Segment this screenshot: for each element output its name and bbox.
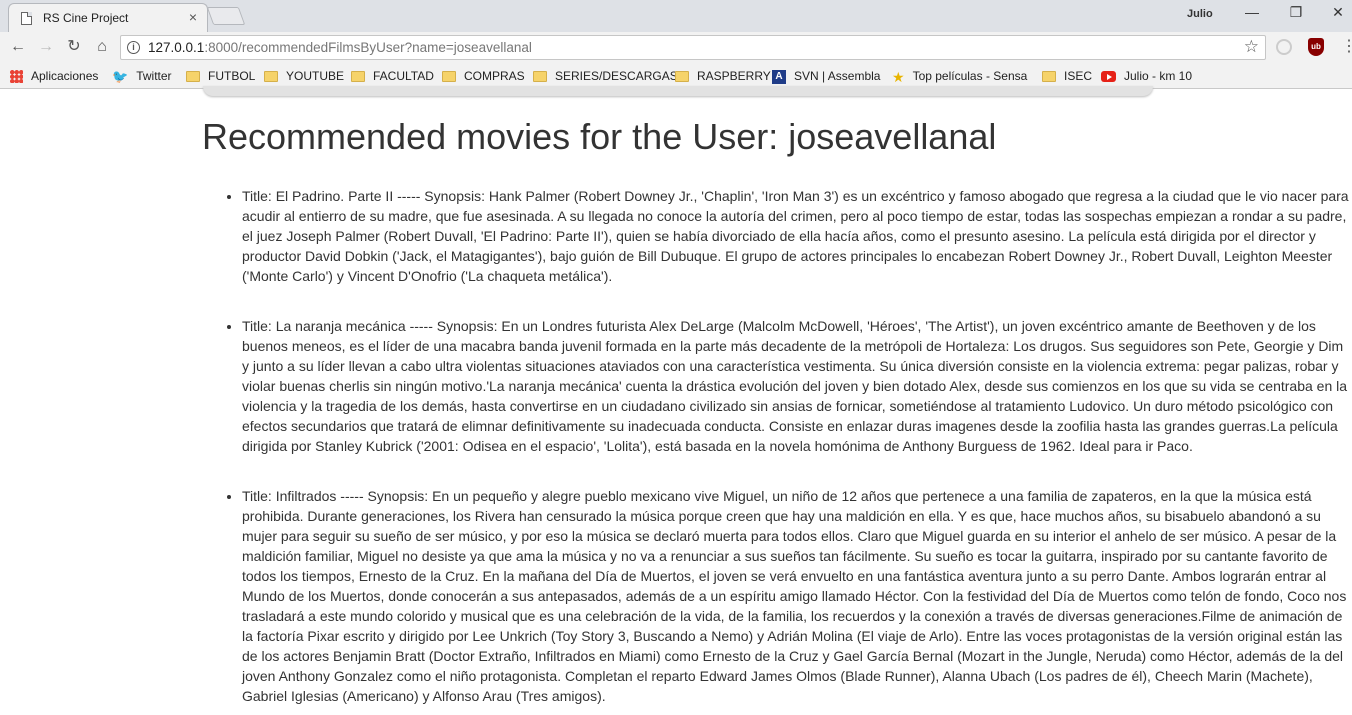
url-host: 127.0.0.1 — [148, 40, 205, 55]
bookmark-series[interactable]: SERIES/DESCARGAS — [533, 68, 678, 84]
bookmark-label: ISEC — [1064, 69, 1093, 83]
reload-icon[interactable]: ↻ — [62, 36, 86, 58]
home-icon[interactable]: ⌂ — [90, 36, 114, 58]
page-icon — [21, 12, 32, 25]
list-item: Title: El Padrino. Parte II ----- Synops… — [242, 186, 1352, 286]
url-path: :8000/recommendedFilmsByUser?name=joseav… — [204, 40, 532, 55]
page-title: Recommended movies for the User: joseave… — [202, 116, 997, 157]
bookmark-label: YOUTUBE — [286, 69, 345, 83]
folder-icon — [264, 71, 278, 83]
address-bar[interactable]: i 127.0.0.1:8000/recommendedFilmsByUser?… — [120, 35, 1266, 60]
folder-icon — [351, 71, 365, 83]
apps-icon — [10, 70, 23, 84]
info-icon[interactable]: i — [127, 41, 140, 54]
folder-icon — [533, 71, 547, 83]
forward-icon[interactable]: → — [34, 36, 58, 58]
extension-icon[interactable] — [1276, 39, 1292, 55]
recommended-films-list: Title: El Padrino. Parte II ----- Synops… — [242, 186, 1352, 715]
bookmark-label: COMPRAS — [464, 69, 525, 83]
browser-toolbar: ← → ↻ ⌂ i 127.0.0.1:8000/recommendedFilm… — [0, 32, 1352, 63]
bookmark-label: RASPBERRY — [697, 69, 771, 83]
bookmark-apps[interactable]: Aplicaciones — [10, 68, 98, 84]
list-item: Title: La naranja mecánica ----- Synopsi… — [242, 316, 1352, 456]
back-icon[interactable]: ← — [6, 36, 30, 58]
bookmark-label: Aplicaciones — [31, 69, 99, 83]
assembla-icon: A — [772, 69, 786, 84]
bookmark-label: FUTBOL — [208, 69, 256, 83]
bookmark-isec[interactable]: ISEC — [1042, 68, 1092, 84]
bookmark-raspberry[interactable]: RASPBERRY — [675, 68, 771, 84]
youtube-icon — [1101, 71, 1116, 83]
folder-icon — [442, 71, 456, 83]
profile-name[interactable]: Julio — [1187, 8, 1213, 20]
restore-button[interactable]: ❐ — [1276, 4, 1316, 26]
menu-icon[interactable]: ⋮ — [1341, 38, 1352, 56]
bookmark-sensacine[interactable]: ★ Top películas - Sensa — [892, 68, 1029, 84]
close-window-button[interactable]: ✕ — [1318, 4, 1352, 26]
star-icon[interactable]: ☆ — [1244, 37, 1259, 57]
bookmark-label: Twitter — [136, 69, 172, 83]
url-text[interactable]: 127.0.0.1:8000/recommendedFilmsByUser?na… — [148, 40, 532, 55]
browser-tab[interactable]: RS Cine Project × — [8, 3, 208, 32]
bookmark-label: SVN | Assembla — [794, 69, 881, 83]
list-item: Title: Infiltrados ----- Synopsis: En un… — [242, 486, 1352, 706]
twitter-icon: 🐦 — [112, 68, 129, 84]
navbar-shadow — [203, 86, 1153, 96]
tab-strip: RS Cine Project × Julio — ❐ ✕ — [0, 0, 1352, 32]
minimize-button[interactable]: — — [1232, 4, 1272, 26]
bookmark-futbol[interactable]: FUTBOL — [186, 68, 255, 84]
new-tab-button[interactable] — [206, 7, 246, 25]
folder-icon — [186, 71, 200, 83]
bookmark-svn[interactable]: A SVN | Assembla — [772, 68, 880, 84]
folder-icon — [1042, 71, 1056, 83]
tab-title: RS Cine Project — [43, 11, 129, 25]
bookmark-label: SERIES/DESCARGAS — [555, 69, 678, 83]
bookmark-facultad[interactable]: FACULTAD — [351, 68, 434, 84]
ublock-icon[interactable]: ub — [1308, 38, 1324, 56]
bookmark-julio-km10[interactable]: Julio - km 10 — [1101, 68, 1192, 84]
bookmark-label: Top películas - Sensa — [912, 69, 1028, 83]
folder-icon — [675, 71, 689, 83]
sensacine-icon: ★ — [892, 68, 905, 84]
bookmark-twitter[interactable]: 🐦 Twitter — [112, 68, 172, 84]
bookmark-youtube-folder[interactable]: YOUTUBE — [264, 68, 344, 84]
bookmark-label: FACULTAD — [373, 69, 434, 83]
bookmark-label: Julio - km 10 — [1124, 69, 1193, 83]
tab-close-icon[interactable]: × — [189, 9, 197, 25]
bookmark-compras[interactable]: COMPRAS — [442, 68, 525, 84]
